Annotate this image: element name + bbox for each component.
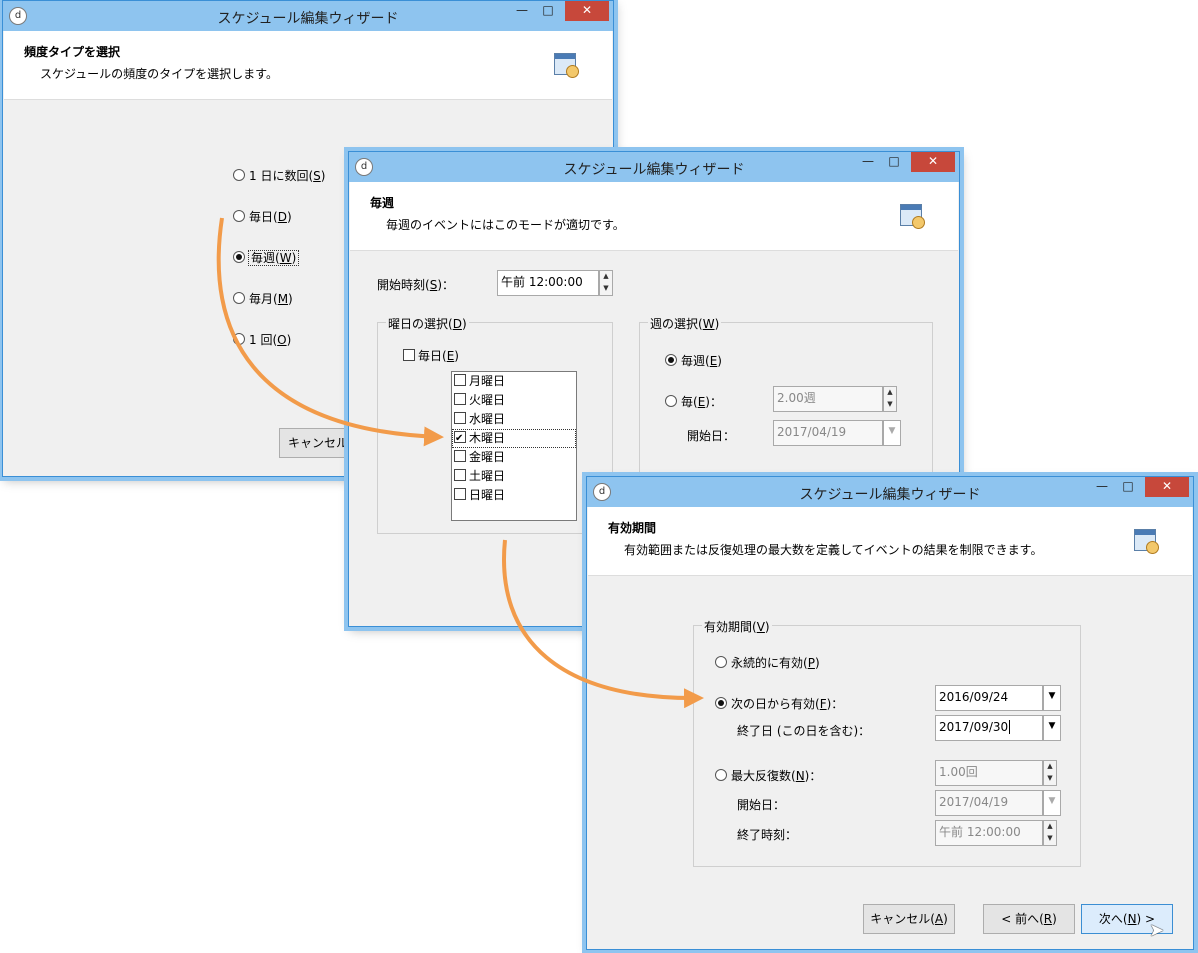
every-day-checkbox[interactable]: 毎日(E): [403, 347, 459, 364]
end-time-label: 終了時刻：: [737, 828, 798, 842]
wizard-header: 頻度タイプを選択 スケジュールの頻度のタイプを選択します。: [4, 31, 612, 100]
checkbox-icon: [454, 450, 466, 462]
start-time-stepper[interactable]: ▲ ▼: [599, 270, 613, 296]
minimize-button[interactable]: —: [855, 152, 881, 172]
back-button[interactable]: < 前へ(R): [983, 904, 1075, 934]
wizard-header: 毎週 毎週のイベントにはこのモードが適切です。: [350, 182, 958, 251]
week-interval-input[interactable]: 2.00週: [773, 386, 883, 412]
radio-once[interactable]: 1 回(O): [233, 331, 291, 348]
radio-icon: [665, 395, 677, 407]
chevron-down-icon[interactable]: ▼: [1043, 790, 1061, 816]
stepper-down-icon[interactable]: ▼: [1044, 833, 1056, 845]
week-interval-stepper[interactable]: ▲ ▼: [883, 386, 897, 412]
radio-icon: [233, 169, 245, 181]
wizard-window-validity: d スケジュール編集ウィザード — □ ✕ 有効期間 有効範囲または反復処理の最…: [586, 476, 1194, 950]
title-bar[interactable]: d スケジュール編集ウィザード — □ ✕: [587, 477, 1193, 507]
header-description: スケジュールの頻度のタイプを選択します。: [40, 67, 278, 81]
stepper-up-icon[interactable]: ▲: [1044, 821, 1056, 833]
end-date-label: 終了日 (この日を含む)：: [737, 724, 871, 738]
checkbox-icon: [454, 469, 466, 481]
maximize-button[interactable]: □: [1115, 477, 1141, 497]
weekday-item[interactable]: 木曜日: [452, 429, 576, 448]
max-repeat-stepper[interactable]: ▲ ▼: [1043, 760, 1057, 786]
repeat-start-date-label: 開始日：: [737, 798, 786, 812]
chevron-down-icon[interactable]: ▼: [1043, 685, 1061, 711]
stepper-up-icon[interactable]: ▲: [1044, 761, 1056, 773]
checkbox-icon: [403, 349, 415, 361]
stepper-up-icon[interactable]: ▲: [884, 387, 896, 399]
max-repeat-input[interactable]: 1.00回: [935, 760, 1043, 786]
checkbox-icon: [454, 374, 466, 386]
title-bar[interactable]: d スケジュール編集ウィザード — □ ✕: [349, 152, 959, 182]
stepper-down-icon[interactable]: ▼: [1044, 773, 1056, 785]
radio-from-date[interactable]: 次の日から有効(F)：: [715, 695, 843, 712]
close-button[interactable]: ✕: [1145, 477, 1189, 497]
radio-icon: [233, 333, 245, 345]
radio-icon: [233, 210, 245, 222]
header-description: 有効範囲または反復処理の最大数を定義してイベントの結果を制限できます。: [624, 543, 1043, 557]
header-description: 毎週のイベントにはこのモードが適切です。: [386, 218, 625, 232]
mouse-pointer-icon: ➤: [1149, 920, 1165, 941]
radio-icon: [715, 769, 727, 781]
week-start-date-label: 開始日：: [687, 429, 736, 443]
radio-selected-icon: [233, 251, 245, 263]
checkbox-icon: [454, 393, 466, 405]
chevron-down-icon[interactable]: ▼: [883, 420, 901, 446]
radio-several-times-daily[interactable]: 1 日に数回(S): [233, 167, 325, 184]
minimize-button[interactable]: —: [1089, 477, 1115, 497]
close-button[interactable]: ✕: [911, 152, 955, 172]
cancel-button[interactable]: キャンセル(A): [863, 904, 955, 934]
weekday-item[interactable]: 月曜日: [452, 372, 576, 391]
checkbox-icon: [454, 412, 466, 424]
radio-max-repeat[interactable]: 最大反復数(N)：: [715, 767, 821, 784]
header-title: 有効期間: [608, 521, 657, 535]
start-time-label: 開始時刻(S)：: [377, 278, 454, 292]
from-date-input[interactable]: 2016/09/24: [935, 685, 1043, 711]
repeat-start-date-input[interactable]: 2017/04/19: [935, 790, 1043, 816]
calendar-clock-icon: [1134, 529, 1159, 554]
week-start-date-input[interactable]: 2017/04/19: [773, 420, 883, 446]
group-title: 有効期間(V): [702, 618, 772, 635]
radio-selected-icon: [665, 354, 677, 366]
radio-monthly[interactable]: 毎月(M): [233, 290, 293, 307]
stepper-up-icon[interactable]: ▲: [600, 271, 612, 283]
end-time-input[interactable]: 午前 12:00:00: [935, 820, 1043, 846]
weekday-item[interactable]: 水曜日: [452, 410, 576, 429]
header-title: 頻度タイプを選択: [24, 45, 121, 59]
calendar-clock-icon: [900, 204, 925, 229]
start-time-input[interactable]: 午前 12:00:00: [497, 270, 599, 296]
radio-daily[interactable]: 毎日(D): [233, 208, 292, 225]
calendar-clock-icon: [554, 53, 579, 78]
stepper-down-icon[interactable]: ▼: [884, 399, 896, 411]
radio-every-week[interactable]: 毎週(E): [665, 352, 722, 369]
group-title: 週の選択(W): [648, 315, 722, 332]
weekday-item[interactable]: 金曜日: [452, 448, 576, 467]
maximize-button[interactable]: □: [535, 1, 561, 21]
stepper-down-icon[interactable]: ▼: [600, 283, 612, 295]
weekday-item[interactable]: 土曜日: [452, 467, 576, 486]
wizard-header: 有効期間 有効範囲または反復処理の最大数を定義してイベントの結果を制限できます。: [588, 507, 1192, 576]
end-date-input[interactable]: 2017/09/30​: [935, 715, 1043, 741]
group-title: 曜日の選択(D): [386, 315, 469, 332]
radio-icon: [715, 656, 727, 668]
header-title: 毎週: [370, 196, 395, 210]
radio-every-n-weeks[interactable]: 毎(E)：: [665, 393, 722, 410]
weekday-item[interactable]: 日曜日: [452, 486, 576, 505]
minimize-button[interactable]: —: [509, 1, 535, 21]
checkbox-icon: [454, 488, 466, 500]
close-button[interactable]: ✕: [565, 1, 609, 21]
chevron-down-icon[interactable]: ▼: [1043, 715, 1061, 741]
checkbox-checked-icon: [454, 429, 466, 448]
text-cursor: ​: [1009, 720, 1011, 734]
radio-weekly[interactable]: 毎週(W): [233, 249, 300, 266]
weekday-item[interactable]: 火曜日: [452, 391, 576, 410]
end-time-stepper[interactable]: ▲ ▼: [1043, 820, 1057, 846]
maximize-button[interactable]: □: [881, 152, 907, 172]
radio-selected-icon: [715, 697, 727, 709]
weekday-listbox[interactable]: 月曜日 火曜日 水曜日 木曜日 金曜日 土曜日 日曜日: [451, 371, 577, 521]
radio-permanent[interactable]: 永続的に有効(P): [715, 654, 820, 671]
title-bar[interactable]: d スケジュール編集ウィザード — □ ✕: [3, 1, 613, 31]
radio-icon: [233, 292, 245, 304]
